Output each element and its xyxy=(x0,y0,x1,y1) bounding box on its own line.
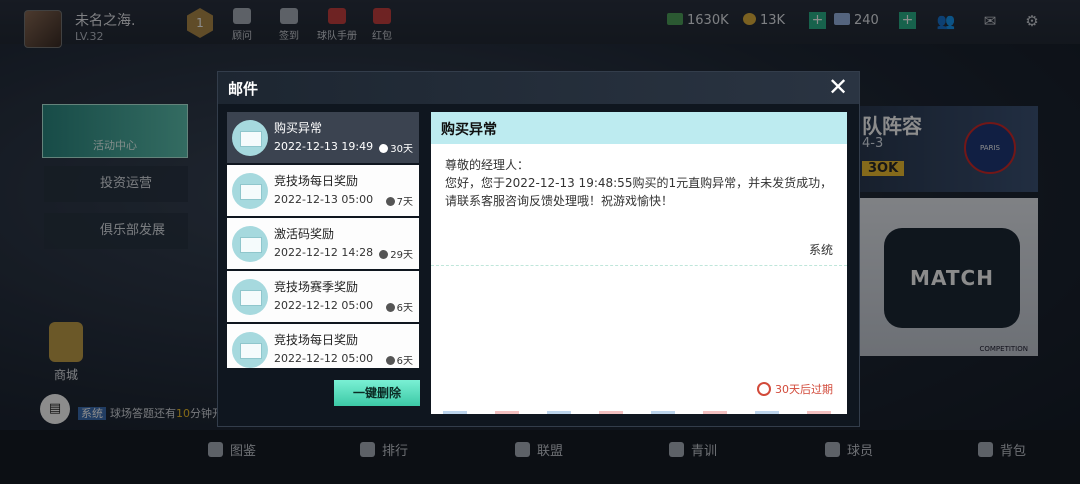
mail-content-panel: 购买异常 尊敬的经理人： 您好，您于2022-12-13 19:48:55购买的… xyxy=(431,112,847,414)
mail-subject-bar: 购买异常 xyxy=(431,112,847,144)
mail-dialog-title: 邮件 xyxy=(228,80,259,98)
decorative-stripe xyxy=(443,411,467,414)
mail-sender: 系统 xyxy=(808,243,833,257)
mail-body: 您好，您于2022-12-13 19:48:55购买的1元直购异常，并未发货成功… xyxy=(445,176,833,208)
decorative-stripe xyxy=(495,411,519,414)
clock-icon xyxy=(757,382,771,396)
decorative-stripe xyxy=(703,411,727,414)
decorative-stripe xyxy=(651,411,675,414)
envelope-icon xyxy=(232,120,268,156)
mail-list-item[interactable]: 竞技场每日奖励 2022-12-13 05:00 7天 xyxy=(227,165,419,216)
mail-list[interactable]: 购买异常 2022-12-13 19:49 30天 竞技场每日奖励 2022-1… xyxy=(227,112,419,368)
decorative-stripe xyxy=(807,411,831,414)
mail-greeting: 尊敬的经理人： xyxy=(445,158,530,172)
close-icon[interactable]: ✕ xyxy=(825,74,851,100)
mail-list-item[interactable]: 竞技场每日奖励 2022-12-12 05:00 6天 xyxy=(227,324,419,368)
clock-icon xyxy=(379,144,389,153)
mail-list-item[interactable]: 激活码奖励 2022-12-12 14:28 29天 xyxy=(227,218,419,269)
envelope-icon xyxy=(232,173,268,209)
envelope-icon xyxy=(232,226,268,262)
envelope-icon xyxy=(232,279,268,315)
mail-dialog-header: 邮件 ✕ xyxy=(218,72,859,104)
mail-list-item[interactable]: 竞技场赛季奖励 2022-12-12 05:00 6天 xyxy=(227,271,419,322)
clock-icon xyxy=(385,303,395,312)
mail-list-item[interactable]: 购买异常 2022-12-13 19:49 30天 xyxy=(227,112,419,163)
decorative-stripe xyxy=(599,411,623,414)
clock-icon xyxy=(385,197,395,206)
mail-dialog: 邮件 ✕ 购买异常 2022-12-13 19:49 30天 竞技场每日奖励 2… xyxy=(217,71,860,427)
decorative-stripe xyxy=(547,411,571,414)
content-divider xyxy=(431,265,847,266)
clock-icon xyxy=(379,250,389,259)
envelope-icon xyxy=(232,332,268,368)
clock-icon xyxy=(385,356,395,365)
decorative-stripe xyxy=(755,411,779,414)
delete-all-button[interactable]: 一键删除 xyxy=(334,380,420,406)
mail-subject: 购买异常 xyxy=(441,122,497,138)
expiry-notice: 30天后过期 xyxy=(757,381,833,397)
